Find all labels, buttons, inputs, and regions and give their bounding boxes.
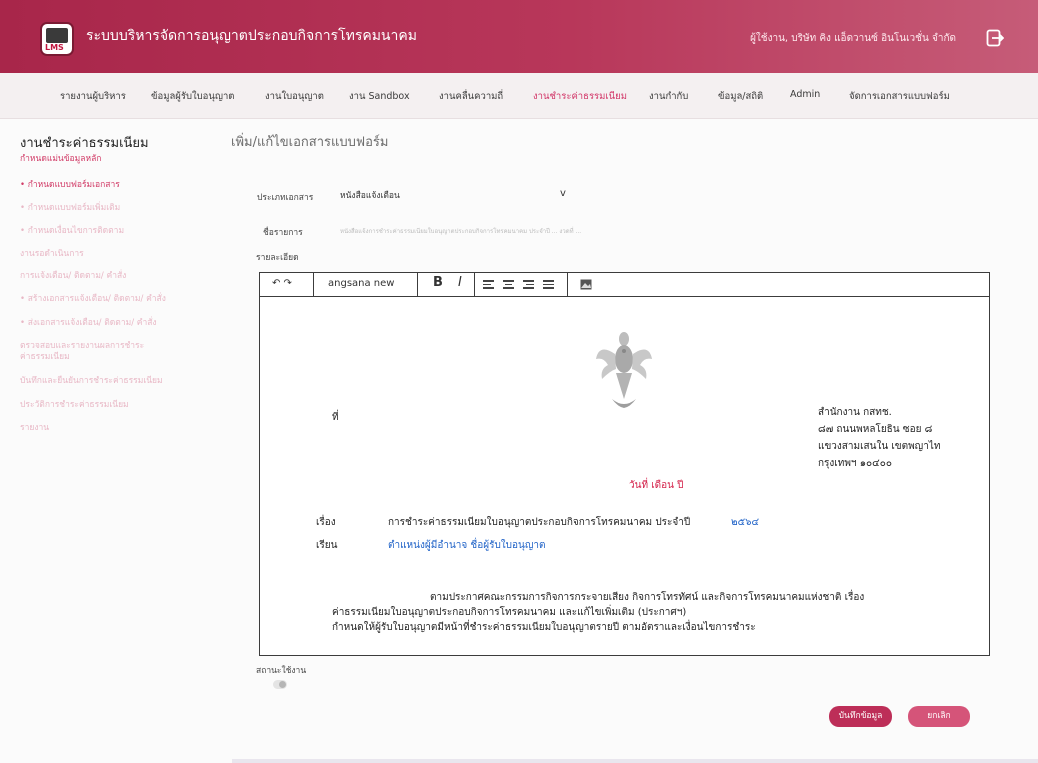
sidebar-item-payment-history[interactable]: ประวัติการชำระค่าธรรมเนียม bbox=[20, 400, 129, 411]
nav-item-supervision[interactable]: งานกำกับ bbox=[649, 89, 688, 104]
nav-item-sandbox[interactable]: งาน Sandbox bbox=[349, 89, 410, 104]
sidebar-item-create-notice[interactable]: • สร้างเอกสารแจ้งเตือน/ ติดตาม/ คำสั่ง bbox=[20, 294, 166, 305]
image-icon[interactable] bbox=[580, 279, 592, 290]
undo-redo-icons[interactable]: ↶ ↷ bbox=[272, 278, 292, 289]
align-left-icon[interactable] bbox=[483, 280, 494, 289]
sidebar-item-pending[interactable]: งานรอดำเนินการ bbox=[20, 249, 84, 260]
bottom-divider bbox=[232, 759, 1038, 763]
date-line: วันที่ เดือน ปี bbox=[629, 480, 684, 491]
align-justify-icon[interactable] bbox=[543, 280, 554, 289]
subject-year: ๒๕๖๔ bbox=[731, 517, 760, 528]
nav-item-licensee-info[interactable]: ข้อมูลผู้รับใบอนุญาต bbox=[151, 89, 234, 104]
font-select[interactable]: angsana new bbox=[314, 273, 418, 296]
garuda-emblem-icon bbox=[596, 332, 652, 408]
nav-item-frequency[interactable]: งานคลื่นความถี่ bbox=[439, 89, 503, 104]
italic-button[interactable]: I bbox=[458, 275, 462, 290]
editor-toolbar: ↶ ↷ angsana new B I bbox=[260, 273, 989, 297]
align-right-icon[interactable] bbox=[523, 280, 534, 289]
sidebar-title: งานชำระค่าธรรมเนียม bbox=[20, 136, 149, 151]
body-line-3: กำหนดให้ผู้รับใบอนุญาตมีหน้าที่ชำระค่าธร… bbox=[332, 622, 756, 633]
address-line-2: ๘๗ ถนนพหลโยธิน ซอย ๘ bbox=[818, 424, 933, 435]
sidebar-item-send-notice[interactable]: • ส่งเอกสารแจ้งเตือน/ ติดตาม/ คำสั่ง bbox=[20, 318, 157, 329]
user-info: ผู้ใช้งาน, บริษัท คิง แอ็ดวานซ์ อินโนเวช… bbox=[750, 33, 956, 44]
logo-screen bbox=[46, 28, 68, 43]
sidebar-item-master-data[interactable]: กำหนดแม่นข้อมูลหลัก bbox=[20, 154, 101, 165]
logout-icon[interactable] bbox=[986, 29, 1004, 47]
app-header: LMS ระบบบริหารจัดการอนุญาตประกอบกิจการโท… bbox=[0, 0, 1038, 73]
detail-label: รายละเอียด bbox=[256, 253, 299, 263]
sidebar-item-verify-report-cont: ค่าธรรมเนียม bbox=[20, 352, 70, 362]
status-label: สถานะใช้งาน bbox=[256, 666, 307, 676]
subject-text: การชำระค่าธรรมเนียมใบอนุญาตประกอบกิจการโ… bbox=[388, 517, 691, 528]
status-toggle[interactable] bbox=[273, 680, 287, 689]
nav-item-fee-payment[interactable]: งานชำระค่าธรรมเนียม bbox=[533, 89, 627, 104]
name-label: ชื่อรายการ bbox=[263, 228, 303, 238]
sidebar-item-record-payment[interactable]: บันทึกและยืนยันการชำระค่าธรรมเนียม bbox=[20, 376, 163, 387]
letter-number-label: ที่ bbox=[332, 412, 339, 423]
nav-item-admin[interactable]: Admin bbox=[790, 89, 820, 100]
top-nav: รายงานผู้บริหาร ข้อมูลผู้รับใบอนุญาต งาน… bbox=[0, 73, 1038, 119]
sidebar-item-notifications[interactable]: การแจ้งเตือน/ ติดตาม/ คำสั่ง bbox=[20, 271, 126, 282]
doc-type-label: ประเภทเอกสาร bbox=[257, 193, 314, 203]
body-line-1: ตามประกาศคณะกรรมการกิจการกระจายเสียง กิจ… bbox=[430, 592, 865, 603]
app-title: ระบบบริหารจัดการอนุญาตประกอบกิจการโทรคมน… bbox=[86, 28, 417, 44]
font-name[interactable]: angsana new bbox=[328, 278, 394, 289]
sidebar-item-report[interactable]: รายงาน bbox=[20, 423, 49, 434]
sidebar-item-verify-report[interactable]: ตรวจสอบและรายงานผลการชำระ bbox=[20, 341, 144, 352]
cancel-button[interactable]: ยกเลิก bbox=[908, 706, 970, 727]
nav-item-form-management[interactable]: จัดการเอกสารแบบฟอร์ม bbox=[849, 89, 950, 104]
nav-item-executive-report[interactable]: รายงานผู้บริหาร bbox=[60, 89, 126, 104]
address-line-3: แขวงสามเสนใน เขตพญาไท bbox=[818, 441, 941, 452]
align-group bbox=[475, 273, 568, 296]
sidebar-item-follow-conditions[interactable]: • กำหนดเงื่อนไขการติดตาม bbox=[20, 226, 124, 237]
to-label: เรียน bbox=[316, 540, 338, 551]
page-title: เพิ่ม/แก้ไขเอกสารแบบฟอร์ม bbox=[231, 135, 389, 150]
save-button[interactable]: บันทึกข้อมูล bbox=[829, 706, 892, 727]
doc-type-select[interactable]: หนังสือแจ้งเตือน bbox=[340, 188, 400, 202]
undo-redo-group[interactable]: ↶ ↷ bbox=[260, 273, 314, 296]
to-text: ตำแหน่งผู้มีอำนาจ ชื่อผู้รับใบอนุญาต bbox=[388, 540, 546, 551]
nav-item-license[interactable]: งานใบอนุญาต bbox=[265, 89, 324, 104]
align-center-icon[interactable] bbox=[503, 280, 514, 289]
address-line-4: กรุงเทพฯ ๑๐๔๐๐ bbox=[818, 458, 892, 469]
lms-logo[interactable]: LMS bbox=[40, 22, 74, 56]
bold-button[interactable]: B bbox=[433, 275, 443, 290]
doc-type-caret[interactable]: v bbox=[560, 188, 566, 199]
rich-text-editor[interactable]: ↶ ↷ angsana new B I ที่ สำนักงาน กสทช. ๘… bbox=[259, 272, 990, 656]
logo-text: LMS bbox=[45, 43, 64, 52]
sidebar-item-form-template[interactable]: • กำหนดแบบฟอร์มเอกสาร bbox=[20, 180, 120, 191]
subject-label: เรื่อง bbox=[316, 517, 336, 528]
name-input[interactable]: หนังสือแจ้งการชำระค่าธรรมเนียมใบอนุญาตปร… bbox=[340, 226, 581, 236]
sidebar-item-extra-form[interactable]: • กำหนดแบบฟอร์มเพิ่มเติม bbox=[20, 203, 120, 214]
address-line-1: สำนักงาน กสทช. bbox=[818, 407, 892, 418]
format-group: B I bbox=[418, 273, 475, 296]
body-line-2: ค่าธรรมเนียมใบอนุญาตประกอบกิจการโทรคมนาค… bbox=[332, 607, 687, 618]
nav-item-statistics[interactable]: ข้อมูล/สถิติ bbox=[718, 89, 763, 104]
